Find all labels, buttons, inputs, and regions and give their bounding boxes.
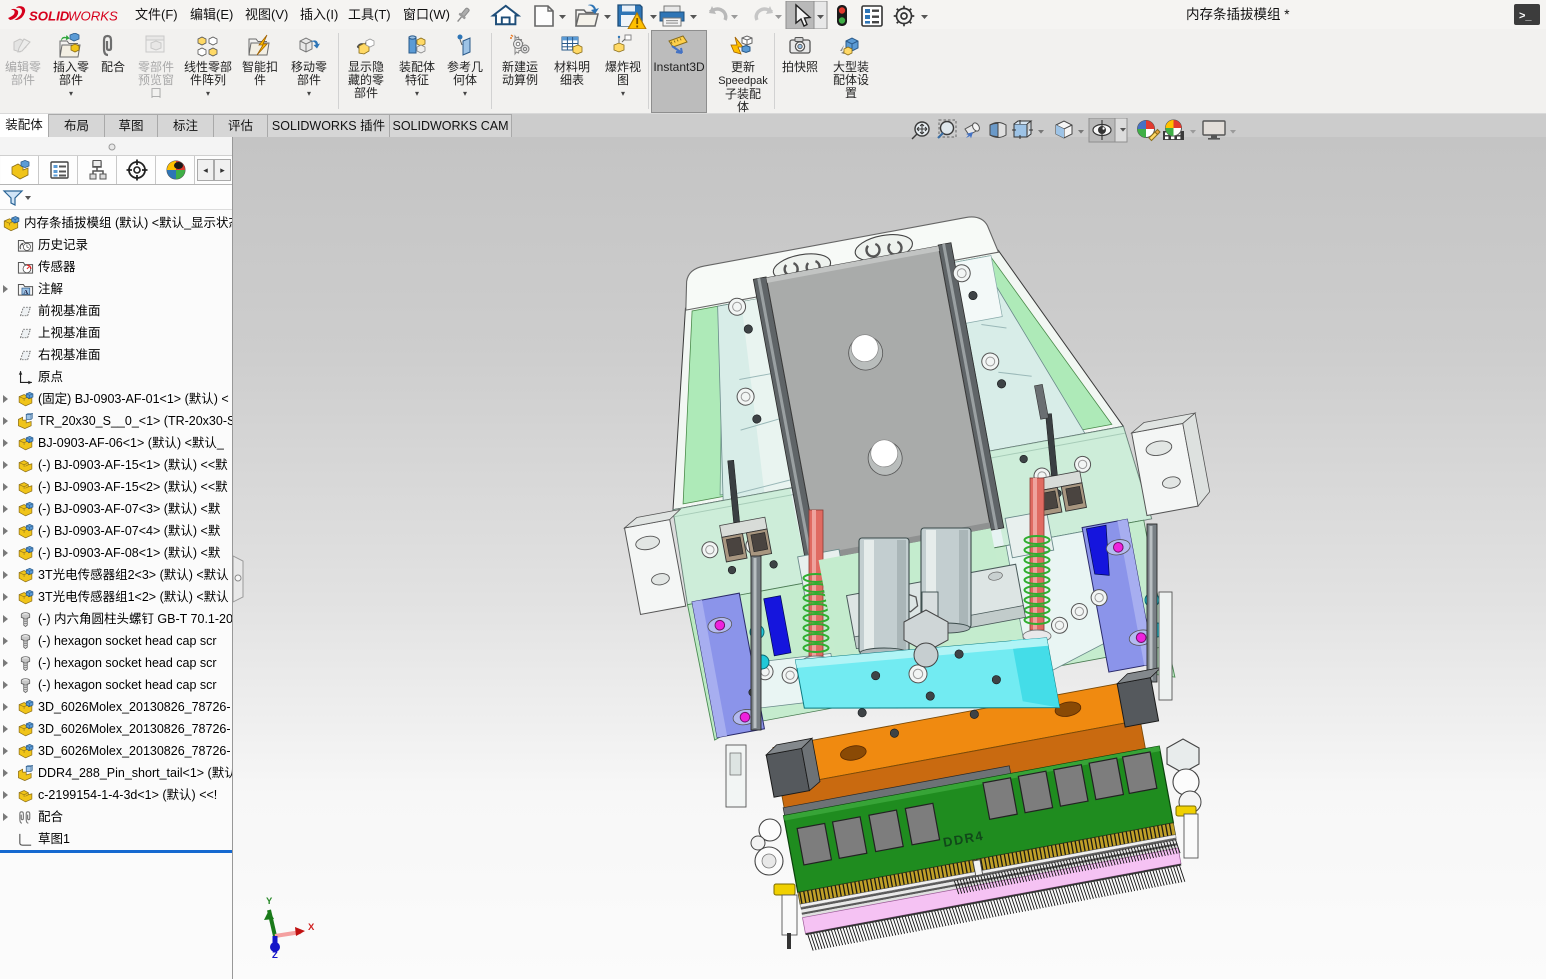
svg-text:A: A <box>23 289 28 296</box>
svg-text:>_: >_ <box>1519 10 1532 22</box>
svg-text:X: X <box>308 922 315 933</box>
svg-text:Z: Z <box>272 950 278 961</box>
svg-text:Y: Y <box>266 896 273 907</box>
